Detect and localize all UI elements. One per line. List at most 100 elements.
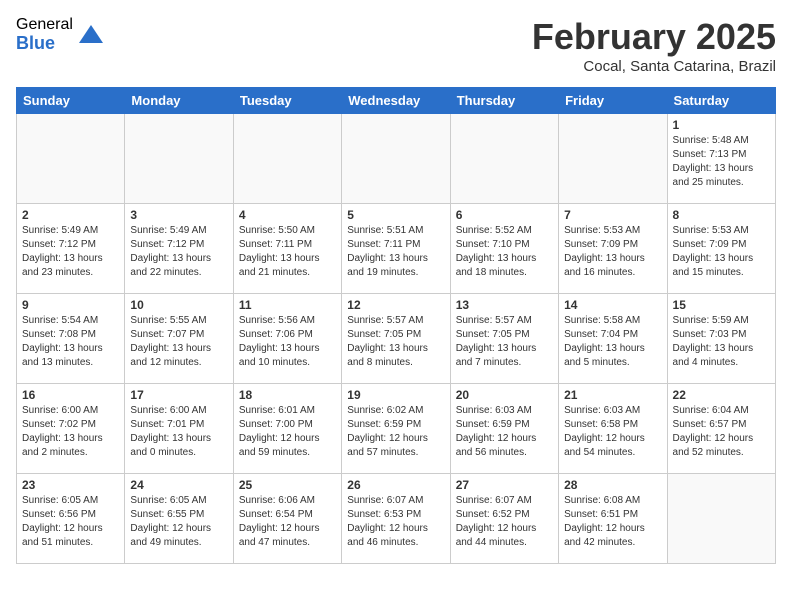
- day-number: 27: [456, 478, 553, 492]
- weekday-header: Saturday: [667, 88, 775, 114]
- day-info: Sunrise: 5:48 AM Sunset: 7:13 PM Dayligh…: [673, 134, 770, 190]
- day-info: Sunrise: 6:07 AM Sunset: 6:52 PM Dayligh…: [456, 494, 553, 550]
- title-block: February 2025 Cocal, Santa Catarina, Bra…: [532, 16, 776, 75]
- calendar-header-row: SundayMondayTuesdayWednesdayThursdayFrid…: [17, 88, 776, 114]
- logo: General Blue: [16, 16, 105, 53]
- page-header: General Blue February 2025 Cocal, Santa …: [16, 16, 776, 75]
- day-number: 25: [239, 478, 336, 492]
- logo-icon: [77, 21, 105, 49]
- day-info: Sunrise: 5:49 AM Sunset: 7:12 PM Dayligh…: [22, 224, 119, 280]
- calendar-cell: 16 Sunrise: 6:00 AM Sunset: 7:02 PM Dayli…: [17, 384, 125, 474]
- day-number: 20: [456, 388, 553, 402]
- calendar-cell: 20 Sunrise: 6:03 AM Sunset: 6:59 PM Dayli…: [450, 384, 558, 474]
- day-number: 28: [564, 478, 661, 492]
- calendar-cell: 4 Sunrise: 5:50 AM Sunset: 7:11 PM Daylig…: [233, 204, 341, 294]
- day-number: 24: [130, 478, 227, 492]
- day-number: 15: [673, 298, 770, 312]
- calendar-cell: 17 Sunrise: 6:00 AM Sunset: 7:01 PM Dayli…: [125, 384, 233, 474]
- calendar-cell: 13 Sunrise: 5:57 AM Sunset: 7:05 PM Dayli…: [450, 294, 558, 384]
- day-info: Sunrise: 6:03 AM Sunset: 6:59 PM Dayligh…: [456, 404, 553, 460]
- week-row: 2 Sunrise: 5:49 AM Sunset: 7:12 PM Daylig…: [17, 204, 776, 294]
- day-number: 11: [239, 298, 336, 312]
- calendar-cell: 19 Sunrise: 6:02 AM Sunset: 6:59 PM Dayli…: [342, 384, 450, 474]
- day-info: Sunrise: 6:07 AM Sunset: 6:53 PM Dayligh…: [347, 494, 444, 550]
- calendar-cell: [17, 114, 125, 204]
- calendar-cell: 7Sunrise: 5:53 AM Sunset: 7:09 PM Daylig…: [559, 204, 667, 294]
- calendar-cell: 14Sunrise: 5:58 AM Sunset: 7:04 PM Dayli…: [559, 294, 667, 384]
- day-info: Sunrise: 6:03 AM Sunset: 6:58 PM Dayligh…: [564, 404, 661, 460]
- calendar-cell: [342, 114, 450, 204]
- day-info: Sunrise: 5:53 AM Sunset: 7:09 PM Dayligh…: [564, 224, 661, 280]
- day-info: Sunrise: 6:02 AM Sunset: 6:59 PM Dayligh…: [347, 404, 444, 460]
- day-info: Sunrise: 5:52 AM Sunset: 7:10 PM Dayligh…: [456, 224, 553, 280]
- day-number: 10: [130, 298, 227, 312]
- calendar-cell: 22Sunrise: 6:04 AM Sunset: 6:57 PM Dayli…: [667, 384, 775, 474]
- day-number: 16: [22, 388, 119, 402]
- calendar-cell: 21 Sunrise: 6:03 AM Sunset: 6:58 PM Dayli…: [559, 384, 667, 474]
- day-info: Sunrise: 5:59 AM Sunset: 7:03 PM Dayligh…: [673, 314, 770, 370]
- calendar-cell: [559, 114, 667, 204]
- calendar-cell: 6Sunrise: 5:52 AM Sunset: 7:10 PM Daylig…: [450, 204, 558, 294]
- day-info: Sunrise: 6:00 AM Sunset: 7:02 PM Dayligh…: [22, 404, 119, 460]
- weekday-header: Monday: [125, 88, 233, 114]
- day-number: 18: [239, 388, 336, 402]
- day-info: Sunrise: 6:01 AM Sunset: 7:00 PM Dayligh…: [239, 404, 336, 460]
- calendar-cell: [667, 474, 775, 564]
- day-number: 8: [673, 208, 770, 222]
- calendar-cell: 10 Sunrise: 5:55 AM Sunset: 7:07 PM Dayli…: [125, 294, 233, 384]
- calendar-cell: 24 Sunrise: 6:05 AM Sunset: 6:55 PM Dayli…: [125, 474, 233, 564]
- weekday-header: Tuesday: [233, 88, 341, 114]
- week-row: 9Sunrise: 5:54 AM Sunset: 7:08 PM Daylig…: [17, 294, 776, 384]
- day-number: 17: [130, 388, 227, 402]
- day-number: 19: [347, 388, 444, 402]
- calendar-cell: 8 Sunrise: 5:53 AM Sunset: 7:09 PM Daylig…: [667, 204, 775, 294]
- week-row: 23Sunrise: 6:05 AM Sunset: 6:56 PM Dayli…: [17, 474, 776, 564]
- calendar-cell: 9Sunrise: 5:54 AM Sunset: 7:08 PM Daylig…: [17, 294, 125, 384]
- calendar-cell: 3 Sunrise: 5:49 AM Sunset: 7:12 PM Daylig…: [125, 204, 233, 294]
- day-info: Sunrise: 5:51 AM Sunset: 7:11 PM Dayligh…: [347, 224, 444, 280]
- calendar-cell: 11Sunrise: 5:56 AM Sunset: 7:06 PM Dayli…: [233, 294, 341, 384]
- day-info: Sunrise: 5:55 AM Sunset: 7:07 PM Dayligh…: [130, 314, 227, 370]
- calendar-cell: 28 Sunrise: 6:08 AM Sunset: 6:51 PM Dayli…: [559, 474, 667, 564]
- calendar-cell: 27 Sunrise: 6:07 AM Sunset: 6:52 PM Dayli…: [450, 474, 558, 564]
- weekday-header: Thursday: [450, 88, 558, 114]
- day-number: 1: [673, 118, 770, 132]
- day-info: Sunrise: 6:05 AM Sunset: 6:55 PM Dayligh…: [130, 494, 227, 550]
- weekday-header: Wednesday: [342, 88, 450, 114]
- day-number: 9: [22, 298, 119, 312]
- calendar-cell: 23Sunrise: 6:05 AM Sunset: 6:56 PM Dayli…: [17, 474, 125, 564]
- month-title: February 2025: [532, 16, 776, 58]
- day-info: Sunrise: 6:08 AM Sunset: 6:51 PM Dayligh…: [564, 494, 661, 550]
- day-number: 22: [673, 388, 770, 402]
- calendar-cell: 5 Sunrise: 5:51 AM Sunset: 7:11 PM Daylig…: [342, 204, 450, 294]
- day-info: Sunrise: 5:53 AM Sunset: 7:09 PM Dayligh…: [673, 224, 770, 280]
- logo-blue: Blue: [16, 34, 73, 54]
- calendar-cell: [125, 114, 233, 204]
- calendar-cell: 1 Sunrise: 5:48 AM Sunset: 7:13 PM Daylig…: [667, 114, 775, 204]
- week-row: 1 Sunrise: 5:48 AM Sunset: 7:13 PM Daylig…: [17, 114, 776, 204]
- day-number: 13: [456, 298, 553, 312]
- calendar-cell: 15 Sunrise: 5:59 AM Sunset: 7:03 PM Dayli…: [667, 294, 775, 384]
- calendar-cell: [233, 114, 341, 204]
- day-info: Sunrise: 5:49 AM Sunset: 7:12 PM Dayligh…: [130, 224, 227, 280]
- day-number: 2: [22, 208, 119, 222]
- day-number: 21: [564, 388, 661, 402]
- day-info: Sunrise: 6:00 AM Sunset: 7:01 PM Dayligh…: [130, 404, 227, 460]
- day-info: Sunrise: 5:58 AM Sunset: 7:04 PM Dayligh…: [564, 314, 661, 370]
- calendar-cell: 18 Sunrise: 6:01 AM Sunset: 7:00 PM Dayli…: [233, 384, 341, 474]
- day-info: Sunrise: 5:57 AM Sunset: 7:05 PM Dayligh…: [456, 314, 553, 370]
- calendar-table: SundayMondayTuesdayWednesdayThursdayFrid…: [16, 87, 776, 564]
- day-number: 3: [130, 208, 227, 222]
- weekday-header: Friday: [559, 88, 667, 114]
- logo-general: General: [16, 16, 73, 34]
- day-number: 4: [239, 208, 336, 222]
- weekday-header: Sunday: [17, 88, 125, 114]
- day-number: 23: [22, 478, 119, 492]
- location: Cocal, Santa Catarina, Brazil: [532, 58, 776, 75]
- day-info: Sunrise: 6:06 AM Sunset: 6:54 PM Dayligh…: [239, 494, 336, 550]
- day-number: 12: [347, 298, 444, 312]
- day-info: Sunrise: 5:50 AM Sunset: 7:11 PM Dayligh…: [239, 224, 336, 280]
- day-number: 5: [347, 208, 444, 222]
- calendar-cell: 26 Sunrise: 6:07 AM Sunset: 6:53 PM Dayli…: [342, 474, 450, 564]
- day-number: 26: [347, 478, 444, 492]
